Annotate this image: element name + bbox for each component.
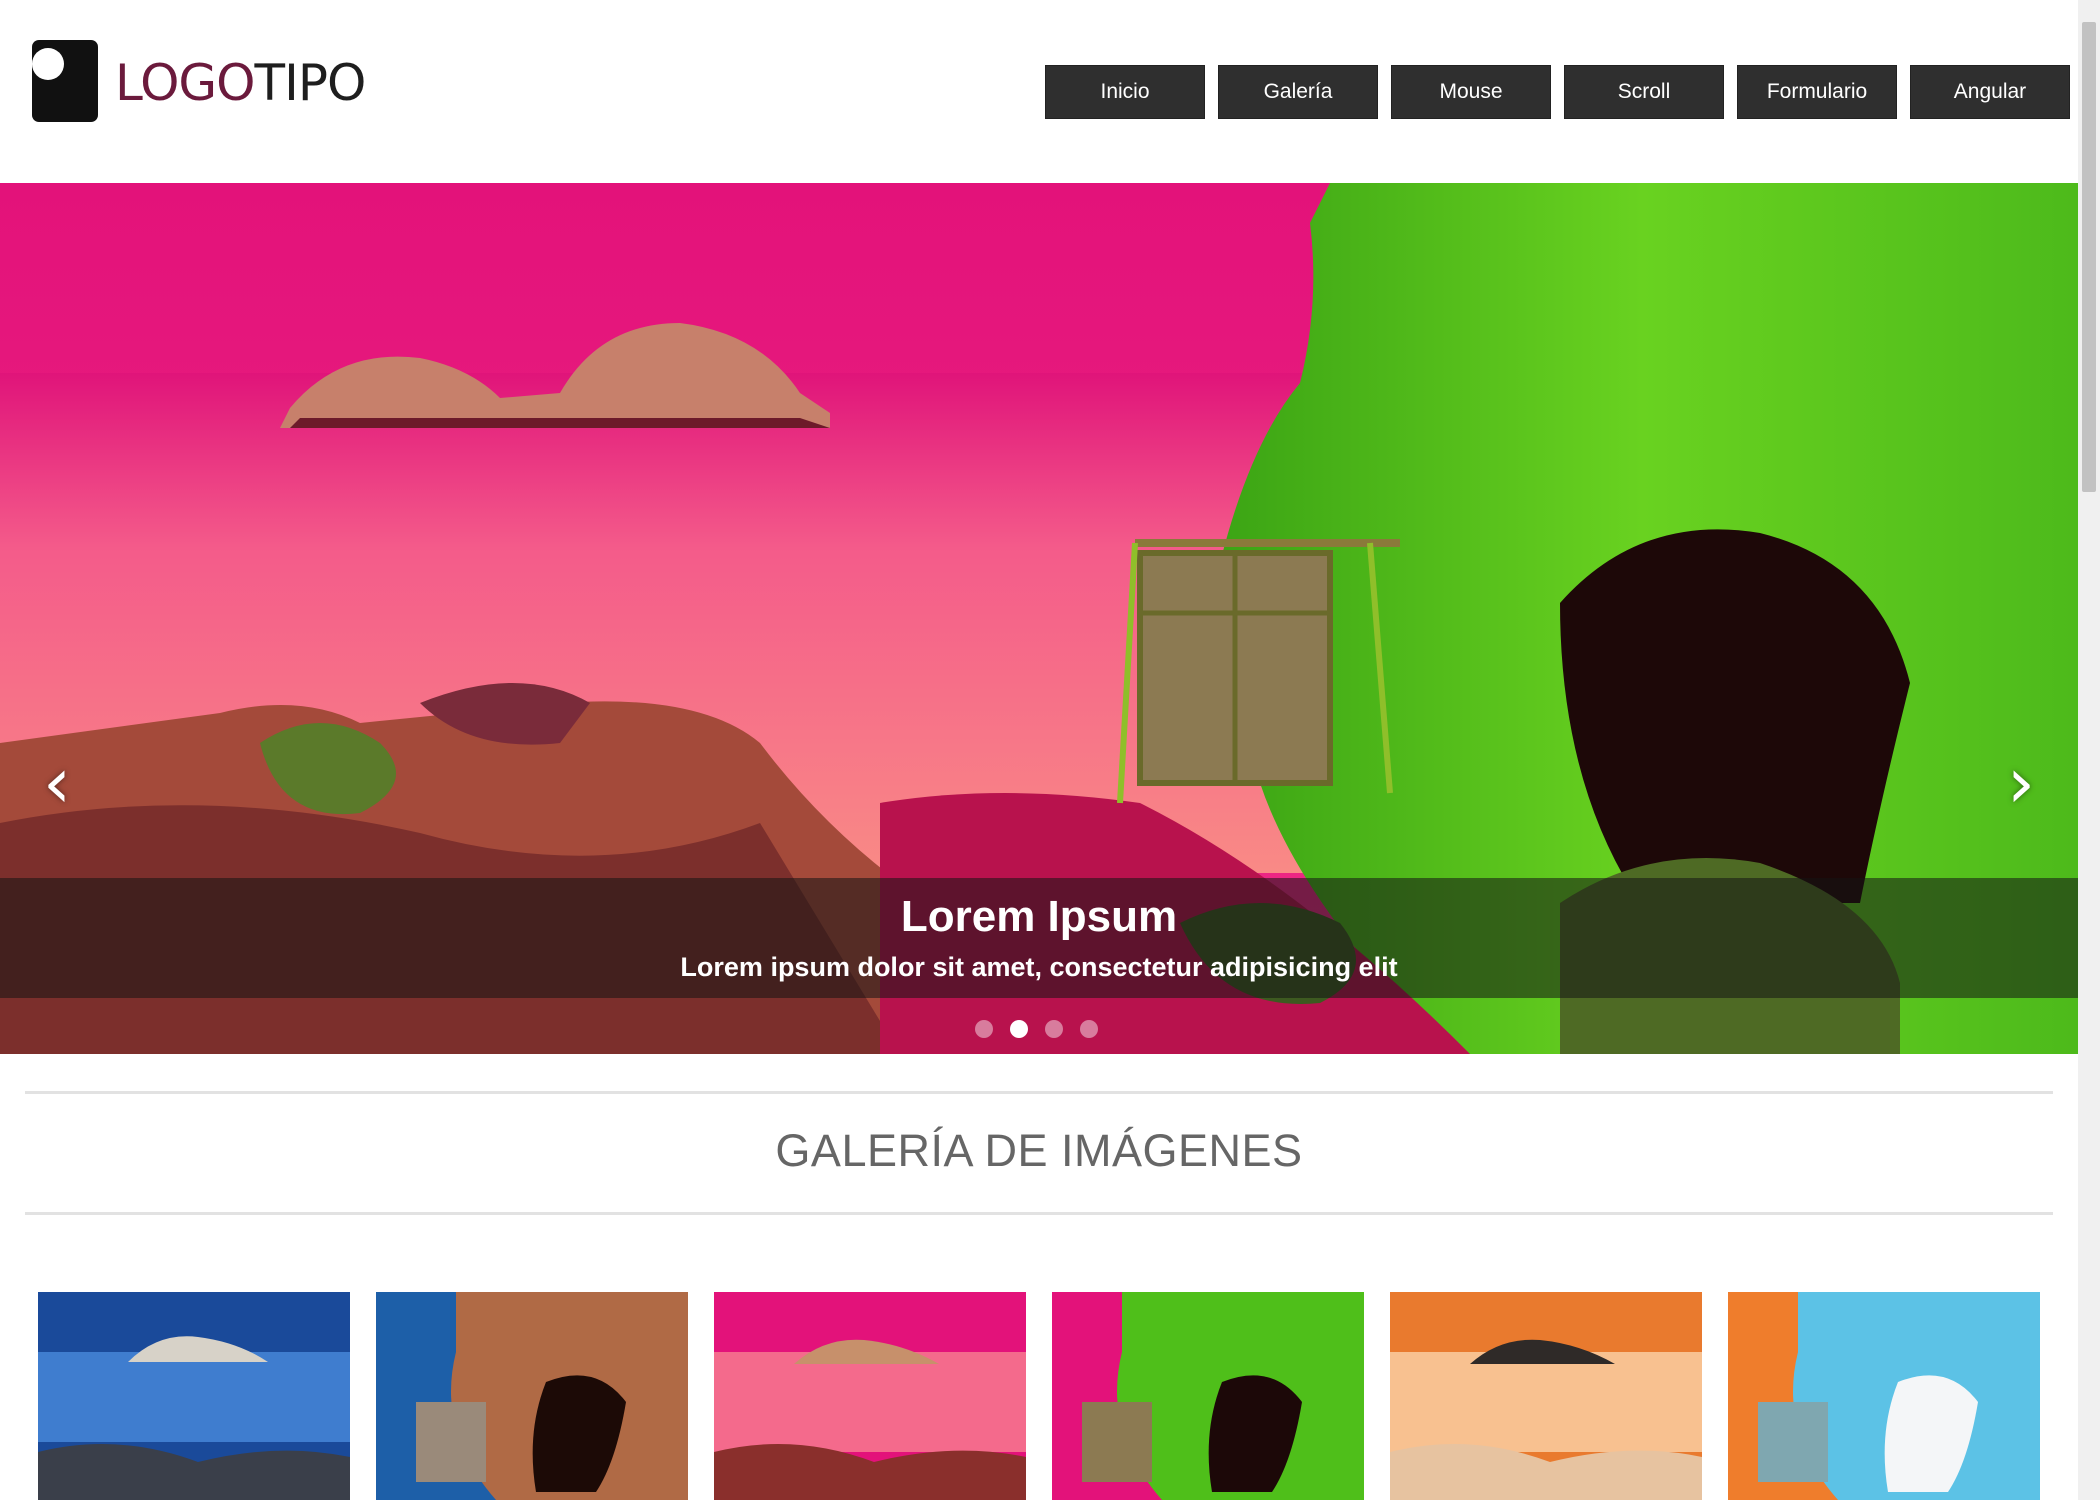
scrollbar-thumb[interactable] [2082,22,2096,492]
next-slide-icon[interactable]: › [1996,742,2046,824]
gallery-title: GALERÍA DE IMÁGENES [775,1125,1303,1176]
nav-scroll-button[interactable]: Scroll [1564,65,1724,119]
logo[interactable]: LOGOTIPO [30,38,366,124]
nav-formulario-button[interactable]: Formulario [1737,65,1897,119]
slide-caption: Lorem Ipsum Lorem ipsum dolor sit amet, … [0,878,2078,998]
nav-galeria-button[interactable]: Galería [1218,65,1378,119]
logo-text-part1: LOGO [115,54,256,112]
slide-indicators [975,1020,1115,1038]
thumb-cyan-cave-image [1728,1292,2040,1500]
thumb-blue-cave[interactable] [376,1292,688,1500]
thumb-pink-sea[interactable] [714,1292,1026,1500]
slide-caption-title: Lorem Ipsum [900,892,1178,941]
page-scrollbar[interactable] [2078,0,2100,1500]
thumb-blue-sea[interactable] [38,1292,350,1500]
logo-text-part2: TIPO [254,54,367,112]
logo-icon [30,38,100,124]
thumb-blue-cave-image [376,1292,688,1500]
prev-slide-icon[interactable]: ‹ [32,742,82,824]
thumb-blue-sea-image [38,1292,350,1500]
nav-angular-button[interactable]: Angular [1910,65,2070,119]
thumb-cyan-cave[interactable] [1728,1292,2040,1500]
thumb-pink-sea-image [714,1292,1026,1500]
gallery-thumbnails [38,1292,2066,1500]
slide-indicator-3[interactable] [1045,1020,1063,1038]
nav-mouse-button[interactable]: Mouse [1391,65,1551,119]
thumb-orange-sea-image [1390,1292,1702,1500]
gallery-bottom-divider [25,1212,2053,1215]
gallery-top-divider [25,1091,2053,1094]
thumb-pink-cave-image [1052,1292,1364,1500]
slide-indicator-2[interactable] [1010,1020,1028,1038]
logo-text: LOGOTIPO [115,54,366,108]
main-nav: Inicio Galería Mouse Scroll Formulario A… [1045,65,2070,119]
slide-indicator-1[interactable] [975,1020,993,1038]
slide-indicator-4[interactable] [1080,1020,1098,1038]
image-slider: ‹ › Lorem Ipsum Lorem ipsum dolor sit am… [0,183,2078,1054]
nav-inicio-button[interactable]: Inicio [1045,65,1205,119]
slide-caption-text: Lorem ipsum dolor sit amet, consectetur … [680,952,1398,982]
thumb-orange-sea[interactable] [1390,1292,1702,1500]
thumb-pink-cave[interactable] [1052,1292,1364,1500]
